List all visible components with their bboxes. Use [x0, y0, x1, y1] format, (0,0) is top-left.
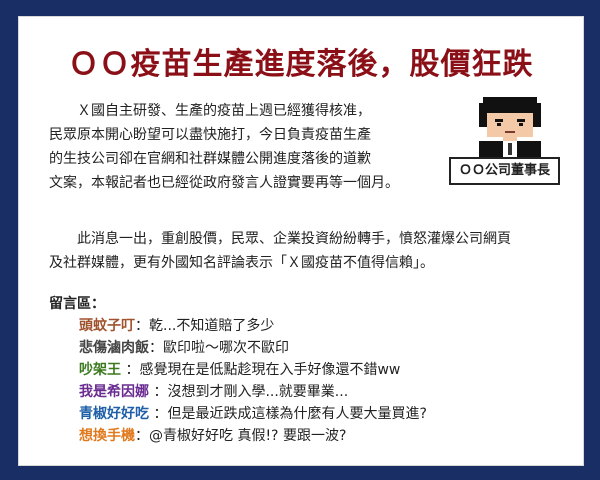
news-card: ＯＯ疫苗生產進度落後，股價狂跌 Ｘ國自主研發、生產的疫苗上週已經獲得核准， 民眾… — [18, 16, 584, 466]
comment-item: 吵架王 ：感覺現在是低點趁現在入手好像還不錯ww — [79, 359, 427, 381]
pixel-man-icon — [479, 97, 541, 157]
comment-user[interactable]: 我是希因娜 — [79, 384, 149, 400]
comments-title: 留言區： — [49, 296, 105, 312]
article-line: 此消息一出，重創股價，民眾、企業投資紛紛轉手，憤怒灌爆公司網頁 — [77, 231, 511, 247]
comment-item: 悲傷滷肉飯：歐印啦～哪次不歐印 — [79, 337, 427, 359]
comment-user[interactable]: 想換手機 — [79, 428, 135, 444]
comment-sep: ： — [135, 318, 149, 334]
comment-sep: ： — [135, 428, 149, 444]
article-line: Ｘ國自主研發、生產的疫苗上週已經獲得核准， — [77, 103, 371, 119]
comment-user[interactable]: 悲傷滷肉飯 — [79, 340, 149, 356]
figure-caption: ＯＯ公司董事長 — [449, 157, 561, 185]
comment-sep: ： — [149, 340, 163, 356]
comment-text: @青椒好好吃 真假!? 要跟一波? — [149, 428, 347, 444]
comment-item: 頭蚊子叮：乾...不知道賠了多少 — [79, 315, 427, 337]
article-line: 的生技公司卻在官網和社群媒體公開進度落後的道歉 — [49, 151, 371, 167]
comments-list: 頭蚊子叮：乾...不知道賠了多少 悲傷滷肉飯：歐印啦～哪次不歐印 吵架王 ：感覺… — [79, 315, 427, 447]
comment-user[interactable]: 吵架王 — [79, 362, 121, 378]
article-line: 文案，本報記者也已經從政府發言人證實要再等一個月。 — [49, 175, 399, 191]
article-paragraph-1: Ｘ國自主研發、生產的疫苗上週已經獲得核准， 民眾原本開心盼望可以盡快施打，今日負… — [49, 99, 449, 195]
comment-text: 但是最近跌成這樣為什麼有人要大量買進? — [167, 406, 427, 422]
comment-text: 沒想到才剛入學...就要畢業... — [167, 384, 349, 400]
headline: ＯＯ疫苗生產進度落後，股價狂跌 — [68, 47, 534, 82]
comment-sep: ： — [121, 362, 140, 378]
article-paragraph-2: 此消息一出，重創股價，民眾、企業投資紛紛轉手，憤怒灌爆公司網頁 及社群媒體，更有… — [49, 227, 569, 275]
comment-item: 想換手機：@青椒好好吃 真假!? 要跟一波? — [79, 425, 427, 447]
comment-user[interactable]: 頭蚊子叮 — [79, 318, 135, 334]
comment-user[interactable]: 青椒好好吃 — [79, 406, 149, 422]
article-line: 民眾原本開心盼望可以盡快施打，今日負責疫苗生產 — [49, 127, 371, 143]
comment-sep: ： — [149, 384, 168, 400]
comment-item: 青椒好好吃 ：但是最近跌成這樣為什麼有人要大量買進? — [79, 403, 427, 425]
article-line: 及社群媒體，更有外國知名評論表示「Ｘ國疫苗不值得信賴」。 — [49, 255, 434, 271]
comment-text: 感覺現在是低點趁現在入手好像還不錯ww — [139, 362, 401, 378]
comment-text: 歐印啦～哪次不歐印 — [163, 340, 289, 356]
comment-item: 我是希因娜 ：沒想到才剛入學...就要畢業... — [79, 381, 427, 403]
comment-text: 乾...不知道賠了多少 — [149, 318, 275, 334]
comment-sep: ： — [149, 406, 168, 422]
